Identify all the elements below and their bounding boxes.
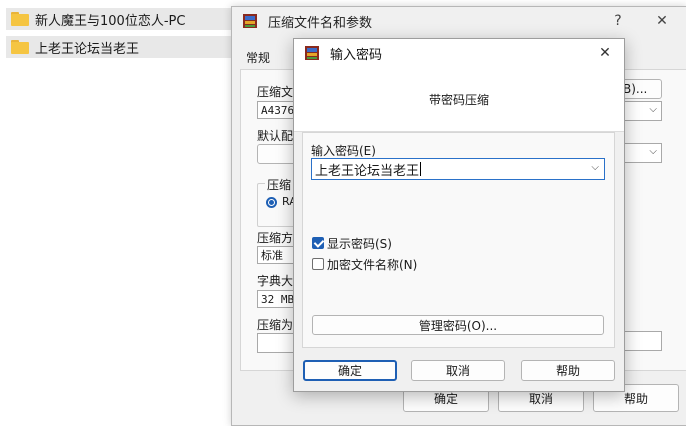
header-text: 带密码压缩 (428, 92, 489, 107)
explorer-item[interactable]: 上老王论坛当老王 (6, 36, 238, 58)
method-label: 压缩方 (257, 231, 294, 245)
password-dialog: 输入密码 ✕ 带密码压缩 输入密码(E) 上老王论坛当老王 ⌵ 显示密码(S) … (293, 38, 625, 392)
archive-format-label: 压缩 (265, 176, 294, 193)
dialog-title: 输入密码 (330, 47, 383, 63)
folder-icon (11, 12, 29, 26)
explorer-item-label: 上老王论坛当老王 (35, 41, 140, 57)
show-password-label[interactable]: 显示密码(S) (327, 235, 392, 252)
archive-name-label: 压缩文 (257, 85, 294, 99)
close-icon[interactable]: ✕ (594, 43, 616, 63)
method-combo[interactable]: 标准 (257, 246, 297, 264)
folder-icon (11, 40, 29, 54)
ok-button[interactable]: 确定 (303, 360, 397, 381)
dictionary-combo[interactable]: 32 MB (257, 290, 297, 308)
dictionary-label: 字典大 (257, 274, 294, 288)
chevron-down-icon: ⌵ (649, 146, 657, 157)
cancel-button[interactable]: 取消 (411, 360, 505, 381)
dialog-titlebar: 输入密码 ✕ (294, 39, 624, 67)
help-button[interactable]: 帮助 (521, 360, 615, 381)
encrypt-filenames-checkbox[interactable] (312, 258, 324, 270)
manage-passwords-button[interactable]: 管理密码(O)... (312, 315, 604, 335)
winrar-icon (242, 13, 258, 29)
profiles-button[interactable] (257, 144, 297, 164)
dialog-titlebar: 压缩文件名和参数 ? ✕ (232, 7, 686, 35)
dialog-header: 带密码压缩 (294, 67, 624, 132)
default-config-label: 默认配 (257, 129, 294, 143)
explorer-item[interactable]: 新人魔王与100位恋人-PC (6, 8, 238, 30)
text-caret (420, 162, 422, 176)
show-password-checkbox[interactable] (312, 237, 324, 249)
dialog-title: 压缩文件名和参数 (268, 15, 373, 31)
split-label: 压缩为 (257, 318, 294, 332)
explorer-item-label: 新人魔王与100位恋人-PC (35, 13, 186, 29)
close-icon[interactable]: ✕ (650, 11, 674, 31)
split-combo[interactable] (257, 333, 297, 353)
password-value: 上老王论坛当老王 (315, 163, 420, 179)
chevron-down-icon: ⌵ (649, 104, 657, 115)
rar-radio[interactable] (266, 197, 277, 208)
browse-button[interactable]: B)... (620, 79, 662, 99)
tab-general[interactable]: 常规 (246, 49, 270, 66)
encrypt-filenames-label[interactable]: 加密文件名称(N) (327, 256, 417, 273)
help-icon[interactable]: ? (606, 11, 630, 31)
chevron-down-icon[interactable]: ⌵ (591, 162, 599, 173)
password-input[interactable]: 上老王论坛当老王 ⌵ (311, 158, 605, 180)
split-units-combo[interactable] (622, 331, 662, 351)
update-mode-combo[interactable]: ⌵ (622, 143, 662, 163)
archive-name-combo[interactable]: ⌵ (622, 101, 662, 121)
winrar-icon (304, 45, 320, 61)
password-label: 输入密码(E) (311, 144, 376, 158)
